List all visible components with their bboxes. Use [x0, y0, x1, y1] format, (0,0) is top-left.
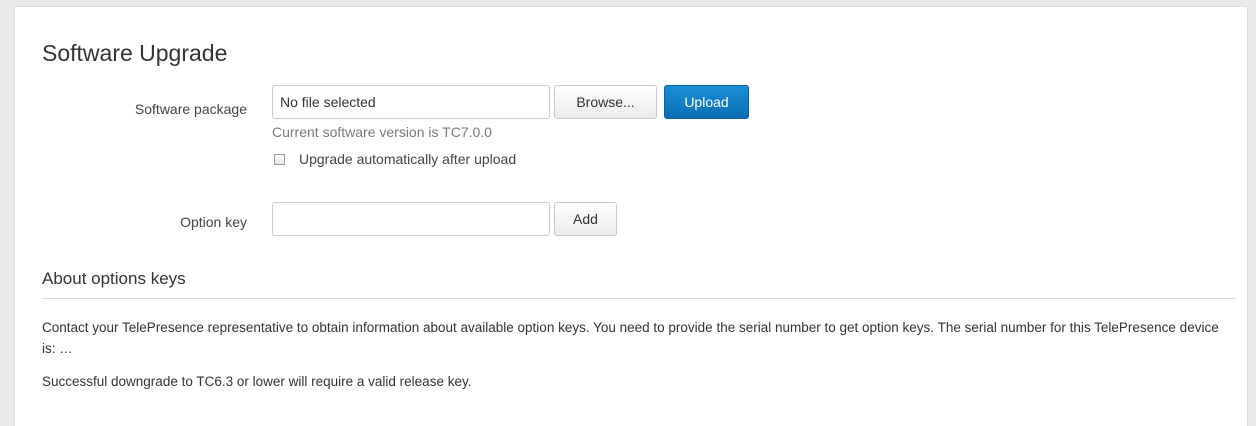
- auto-upgrade-option[interactable]: Upgrade automatically after upload: [274, 151, 516, 167]
- about-options-keys-heading: About options keys: [42, 269, 186, 288]
- page-title: Software Upgrade: [42, 40, 228, 66]
- auto-upgrade-label: Upgrade automatically after upload: [299, 151, 517, 167]
- add-option-key-button[interactable]: Add: [554, 202, 617, 236]
- auto-upgrade-checkbox[interactable]: [274, 153, 285, 165]
- about-options-keys-paragraph: Contact your TelePresence representative…: [42, 320, 1219, 356]
- current-version-text: Current software version is TC7.0.0: [272, 124, 492, 140]
- software-package-file-field[interactable]: No file selected: [272, 85, 550, 119]
- upload-button[interactable]: Upload: [664, 85, 749, 119]
- downgrade-note-paragraph: Successful downgrade to TC6.3 or lower w…: [42, 374, 472, 389]
- software-package-label: Software package: [134, 101, 247, 117]
- option-key-input[interactable]: [272, 202, 550, 236]
- browse-button[interactable]: Browse...: [554, 85, 657, 119]
- option-key-label: Option key: [180, 214, 247, 230]
- software-upgrade-panel: Software Upgrade Software package No fil…: [14, 6, 1248, 426]
- section-divider: [42, 298, 1236, 299]
